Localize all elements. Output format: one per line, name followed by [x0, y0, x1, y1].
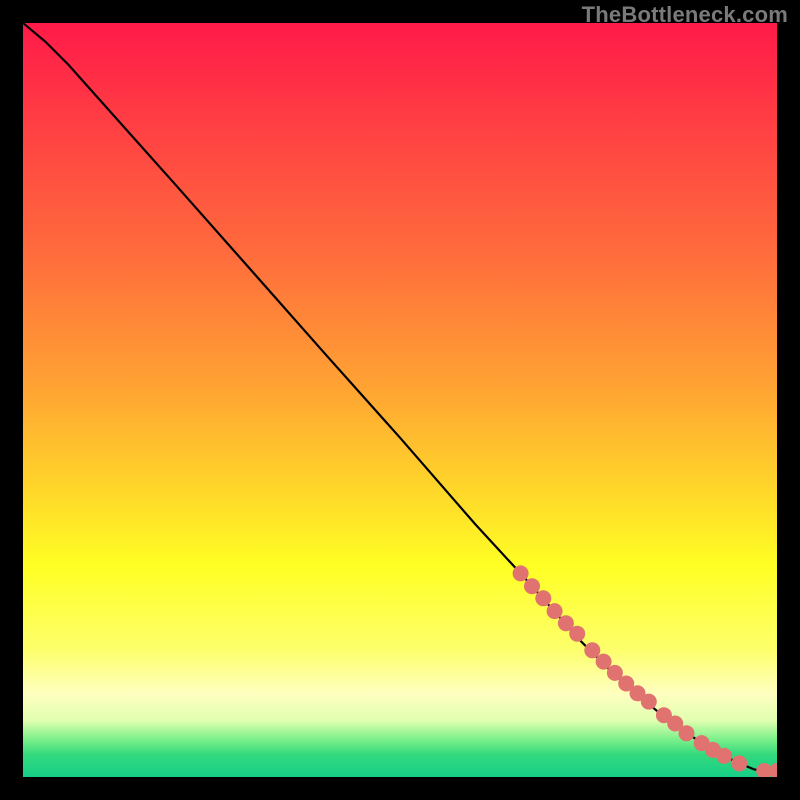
- chart-svg: [23, 23, 777, 777]
- scatter-points: [513, 565, 777, 777]
- data-point: [513, 565, 529, 581]
- plot-area: [23, 23, 777, 777]
- data-point: [596, 654, 612, 670]
- data-point: [769, 763, 777, 777]
- data-point: [524, 578, 540, 594]
- data-point: [547, 603, 563, 619]
- chart-stage: TheBottleneck.com: [0, 0, 800, 800]
- watermark-text: TheBottleneck.com: [582, 2, 788, 28]
- data-point: [569, 626, 585, 642]
- data-point: [731, 755, 747, 771]
- data-point: [716, 748, 732, 764]
- data-point: [641, 694, 657, 710]
- data-point: [679, 725, 695, 741]
- data-point: [535, 590, 551, 606]
- data-point: [584, 642, 600, 658]
- curve-line: [23, 23, 777, 771]
